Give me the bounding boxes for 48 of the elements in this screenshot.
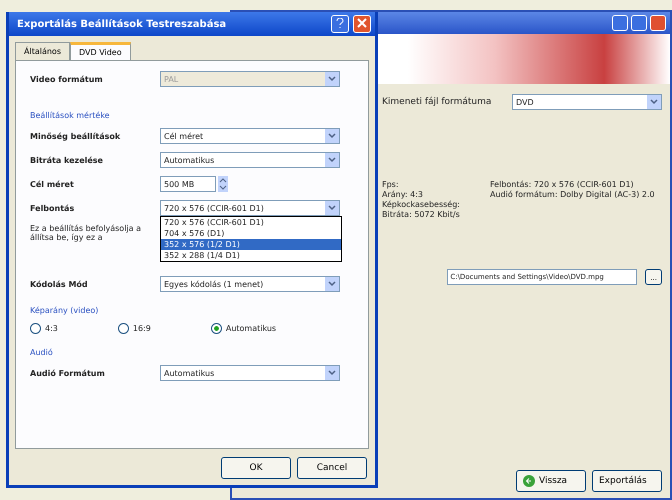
ok-button[interactable]: OK	[221, 457, 291, 479]
close-icon	[357, 18, 367, 28]
field-label: Felbontás	[30, 204, 76, 212]
hint-text: Ez a beállítás befolyásolja a állítsa be, így ez a	[30, 224, 141, 242]
radio-option[interactable]: Automatikus	[210, 323, 276, 334]
dropdown[interactable]: DVD	[512, 94, 662, 110]
info-text: Fps:	[382, 180, 400, 189]
radio-option[interactable]: 16:9	[118, 323, 151, 334]
tab[interactable]: Általános	[15, 42, 70, 60]
tab[interactable]: DVD Video	[70, 42, 131, 60]
group-label: Beállítások mértéke	[30, 111, 111, 120]
info-text: Audió formátum: Dolby Digital (AC-3) 2.0	[490, 190, 655, 199]
dropdown[interactable]: Automatikus	[160, 152, 340, 168]
field-label: Kódolás Mód	[30, 280, 89, 288]
info-text: Képkockasebesség:	[382, 200, 460, 209]
group-label: Audió	[30, 348, 54, 357]
group-label: Képarány (video)	[30, 306, 100, 315]
radio-icon[interactable]	[30, 323, 41, 334]
export-button[interactable]: Exportálás	[592, 470, 662, 492]
info-text: Bitráta: 5072 Kbit/s	[382, 210, 460, 219]
help-button[interactable]	[331, 15, 349, 33]
field-label: Cél méret	[30, 180, 75, 188]
radio-option[interactable]: 4:3	[30, 323, 58, 334]
close-button[interactable]	[650, 15, 666, 31]
spin-arrows-icon[interactable]	[218, 176, 228, 192]
field-label: Video formátum	[30, 74, 104, 84]
dialog-title: Exportálás Beállítások Testreszabása	[17, 18, 228, 30]
minimize-button[interactable]	[612, 15, 628, 31]
close-button[interactable]	[353, 15, 371, 33]
info-text: Felbontás: 720 x 576 (CCIR-601 D1)	[490, 180, 635, 189]
cancel-button[interactable]: Cancel	[297, 457, 367, 479]
list-option[interactable]: 352 x 576 (1/2 D1)	[161, 239, 341, 250]
field-label: Kimeneti fájl formátuma	[382, 97, 492, 107]
help-icon	[336, 18, 344, 28]
browse-button[interactable]: ...	[645, 269, 662, 285]
maximize-button[interactable]	[631, 15, 647, 31]
radio-icon[interactable]	[118, 323, 129, 334]
dropdown[interactable]: Cél méret	[160, 128, 340, 144]
field-label: Audió Formátum	[30, 368, 106, 378]
field-label: Minőség beállítások	[30, 132, 122, 140]
dropdown[interactable]: 720 x 576 (CCIR-601 D1)	[160, 200, 340, 216]
dropdown[interactable]: Egyes kódolás (1 menet)	[160, 276, 340, 292]
size-field[interactable]: 500 MB	[160, 176, 216, 192]
back-button[interactable]: Vissza	[516, 470, 586, 492]
field-label: Bitráta kezelése	[30, 156, 104, 164]
info-text: Arány: 4:3	[382, 190, 424, 199]
radio-icon[interactable]	[210, 323, 222, 334]
dropdown[interactable]: Automatikus	[160, 365, 340, 381]
